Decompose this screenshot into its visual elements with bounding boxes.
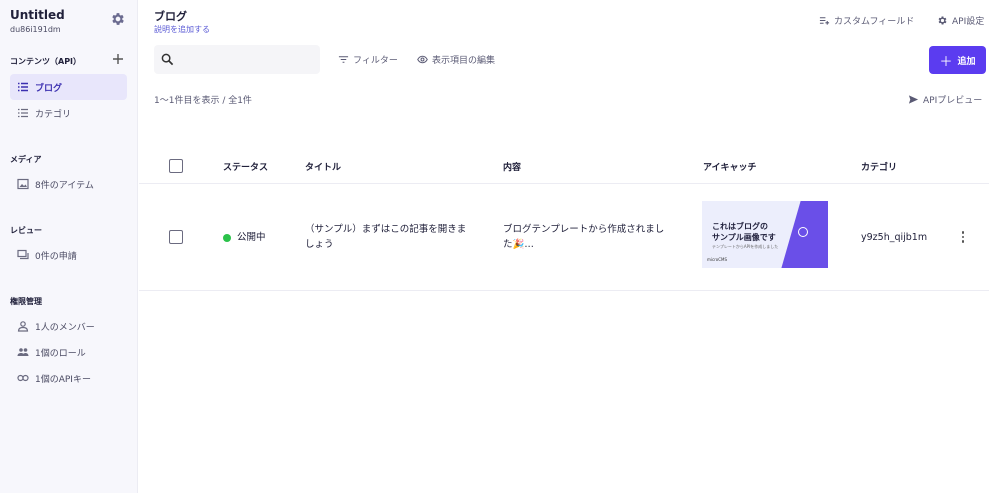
list-icon xyxy=(18,82,28,92)
sidebar-item-media[interactable]: 8件のアイテム xyxy=(10,171,127,197)
sidebar-item-label: 1人のメンバー xyxy=(35,322,95,333)
column-header-eyecatch[interactable]: アイキャッチ xyxy=(703,160,757,173)
status-label: 公開中 xyxy=(237,232,266,243)
column-header-category[interactable]: カテゴリ xyxy=(861,160,897,173)
list-icon xyxy=(18,108,28,118)
row-title[interactable]: （サンプル）まずはこの記事を開きま しょう xyxy=(305,222,495,252)
sidebar: Untitled du86i191dm コンテンツ（API） ブログ カテゴリ … xyxy=(0,0,138,493)
thumbnail-logo: microCMS xyxy=(707,257,727,262)
row-content: ブログテンプレートから作成されまし た🎉… xyxy=(503,222,693,252)
eyecatch-thumbnail: これはブログの サンプル画像です テンプレートからAPIを作成しました micr… xyxy=(702,201,828,268)
display-edit-label: 表示項目の編集 xyxy=(432,56,496,66)
thumbnail-title-line: これはブログの xyxy=(712,222,768,231)
review-icon xyxy=(17,249,29,260)
add-label: 追加 xyxy=(957,56,976,67)
sidebar-item-api-keys[interactable]: 1個のAPIキー xyxy=(10,365,127,391)
sidebar-item-members[interactable]: 1人のメンバー xyxy=(10,313,127,339)
sidebar-item-label: 0件の申請 xyxy=(35,251,77,262)
column-header-status[interactable]: ステータス xyxy=(223,160,268,173)
api-settings-link[interactable]: API設定 xyxy=(937,14,984,27)
row-title-line: しょう xyxy=(305,239,334,250)
sidebar-item-category[interactable]: カテゴリ xyxy=(10,100,127,126)
sidebar-item-label: 8件のアイテム xyxy=(35,180,94,191)
plus-icon[interactable] xyxy=(112,53,124,65)
row-content-line: ブログテンプレートから作成されまし xyxy=(503,224,665,235)
display-edit-button[interactable]: 表示項目の編集 xyxy=(417,53,495,66)
group-icon xyxy=(17,348,29,356)
table-row[interactable]: 公開中 （サンプル）まずはこの記事を開きま しょう ブログテンプレートから作成さ… xyxy=(139,184,989,291)
api-preview-link[interactable]: APIプレビュー xyxy=(908,93,982,106)
key-icon xyxy=(17,374,29,382)
send-icon xyxy=(908,95,919,104)
sidebar-item-roles[interactable]: 1個のロール xyxy=(10,339,127,365)
result-count: 1〜1件目を表示 / 全1件 xyxy=(154,96,252,106)
add-button[interactable]: ＋ 追加 xyxy=(929,46,986,74)
service-name[interactable]: Untitled xyxy=(10,8,65,22)
add-description-link[interactable]: 説明を追加する xyxy=(154,24,210,35)
media-section-title: メディア xyxy=(10,155,42,164)
eye-icon xyxy=(417,55,428,64)
review-section-title: レビュー xyxy=(10,226,42,235)
select-all-checkbox[interactable] xyxy=(169,159,183,173)
person-icon xyxy=(17,321,29,332)
row-title-line: （サンプル）まずはこの記事を開きま xyxy=(305,224,467,235)
thumbnail-subtitle: テンプレートからAPIを作成しました xyxy=(712,244,779,249)
status-badge: 公開中 xyxy=(223,230,266,245)
plus-bubble-icon xyxy=(798,227,808,237)
sidebar-item-label: ブログ xyxy=(35,83,63,94)
table-header: ステータス タイトル 内容 アイキャッチ カテゴリ xyxy=(139,146,989,184)
filter-button[interactable]: フィルター xyxy=(338,53,398,66)
plus-icon: ＋ xyxy=(939,54,953,70)
status-dot xyxy=(223,233,231,242)
sidebar-item-review[interactable]: 0件の申請 xyxy=(10,242,127,268)
thumbnail-title: これはブログの サンプル画像です xyxy=(712,221,776,243)
row-checkbox[interactable] xyxy=(169,230,183,244)
gear-icon xyxy=(938,16,947,25)
row-category: y9z5h_qijb1m xyxy=(861,232,928,243)
sidebar-item-label: カテゴリ xyxy=(35,109,72,120)
custom-field-link[interactable]: カスタムフィールド xyxy=(819,14,914,27)
column-header-content[interactable]: 内容 xyxy=(503,160,521,173)
sidebar-item-blog[interactable]: ブログ xyxy=(10,74,127,100)
search-input[interactable] xyxy=(154,45,320,74)
page-title: ブログ xyxy=(154,10,187,23)
image-icon xyxy=(17,178,29,190)
row-content-line: た🎉… xyxy=(503,239,534,250)
custom-field-label: カスタムフィールド xyxy=(834,17,915,27)
playlist-add-icon xyxy=(819,17,830,25)
sidebar-item-label: 1個のロール xyxy=(35,348,86,359)
filter-label: フィルター xyxy=(353,56,398,66)
gear-icon[interactable] xyxy=(110,11,126,27)
api-preview-label: APIプレビュー xyxy=(923,96,983,106)
filter-icon xyxy=(338,56,349,63)
api-settings-label: API設定 xyxy=(952,17,985,27)
contents-section-title: コンテンツ（API） xyxy=(10,57,82,66)
permissions-section-title: 権限管理 xyxy=(10,297,42,306)
service-id: du86i191dm xyxy=(10,25,61,34)
thumbnail-title-line: サンプル画像です xyxy=(712,233,776,242)
more-options-icon[interactable] xyxy=(961,231,965,245)
main-content: ブログ 説明を追加する カスタムフィールド API設定 フィルター 表示項目の編… xyxy=(139,0,1000,493)
sidebar-item-label: 1個のAPIキー xyxy=(35,374,91,385)
search-icon xyxy=(161,53,174,66)
column-header-title[interactable]: タイトル xyxy=(305,160,341,173)
